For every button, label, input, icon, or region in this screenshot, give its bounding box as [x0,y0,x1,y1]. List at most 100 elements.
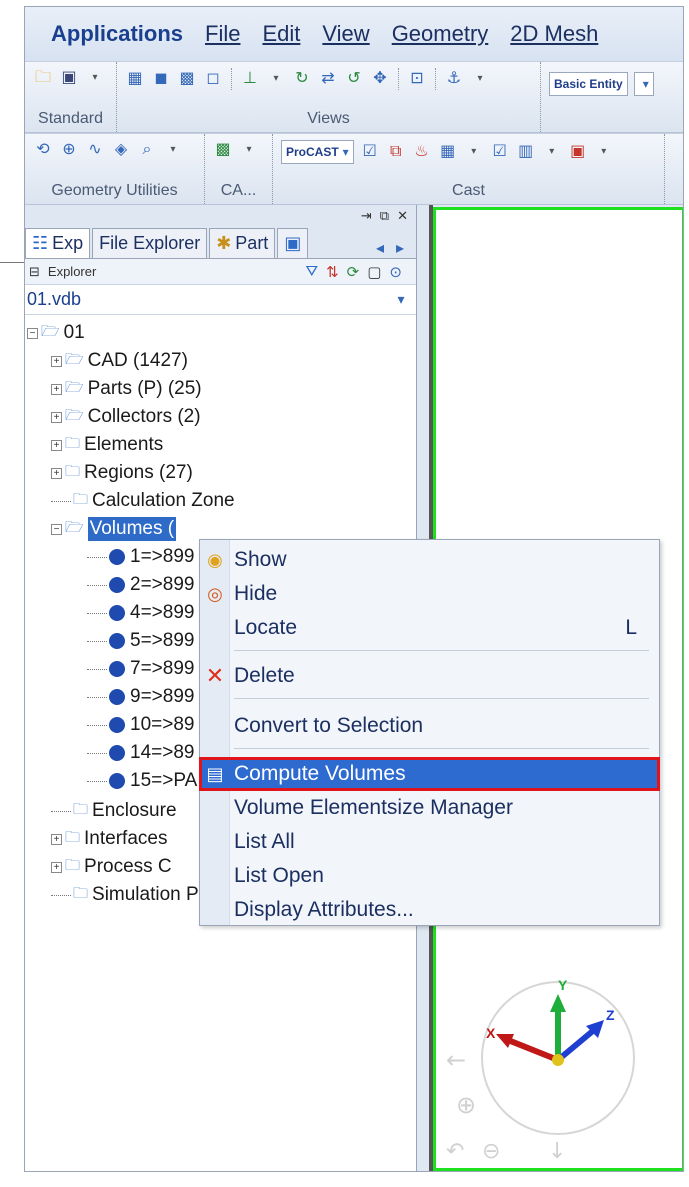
expand-toggle[interactable]: + [51,439,62,451]
collapse-icon[interactable]: ⊟ [29,264,40,280]
cast-volume-icon[interactable]: ▣ [568,142,588,162]
tree-node-collectors[interactable]: + 🗁 Collectors (2) [51,403,201,431]
tree-node-volume[interactable]: 14=>89 [87,739,194,767]
close-icon[interactable]: ✕ [397,208,408,224]
solver-combo[interactable]: ProCAST ▾ [281,140,354,164]
rotate-180-icon[interactable]: ↺ [344,69,364,89]
tree-node-volumes[interactable]: − 🗁 Volumes ( [51,515,177,543]
menu-geometry[interactable]: Geometry [392,21,489,47]
inspect-icon[interactable]: ⌕ [137,140,157,160]
menu-item-show[interactable]: ◉ Show [200,544,659,576]
add-point-icon[interactable]: ⊕ [59,140,79,160]
menu-item-hide[interactable]: ◎ Hide [200,578,659,610]
expand-toggle[interactable]: + [51,383,62,395]
cube-icon[interactable]: ▢ [367,263,381,281]
save-icon[interactable]: ▣ [59,68,79,88]
open-folder-icon[interactable]: 🗀 [33,68,53,88]
menu-item-volume-elementsize-manager[interactable]: Volume Elementsize Manager [200,792,659,824]
tree-node-interfaces[interactable]: + 🗀 Interfaces [51,825,167,853]
tree-node-root[interactable]: − 🗁 01 [27,319,85,347]
cast-mold-icon[interactable]: ⧉ [386,142,406,162]
menu-edit[interactable]: Edit [262,21,300,47]
menu-view[interactable]: View [322,21,369,47]
tree-node-volume[interactable]: 10=>89 [87,711,194,739]
pan-icon[interactable]: ✥ [370,69,390,89]
tree-node-regions[interactable]: + 🗀 Regions (27) [51,459,193,487]
pan-left-icon[interactable]: ← [446,1046,466,1074]
view-dropdown-icon[interactable]: ▾ [266,69,286,89]
menu-applications[interactable]: Applications [51,21,183,47]
wireframe-view-icon[interactable]: ▦ [125,69,145,89]
tree-node-volume[interactable]: 15=>PA [87,767,197,795]
menu-item-compute-volumes[interactable]: ▤ Compute Volumes [199,757,660,791]
tree-node-process-conditions[interactable]: + 🗀 Process C [51,853,172,881]
cad-tool-icon[interactable]: ▩ [213,140,233,160]
tree-node-volume[interactable]: 1=>899 [87,543,194,571]
anchor-icon[interactable]: ⚓ [444,69,464,89]
cast-dropdown-icon[interactable]: ▾ [464,142,484,162]
chevron-down-icon[interactable]: ▾ [386,291,416,308]
menu-2d-mesh[interactable]: 2D Mesh [510,21,598,47]
tree-node-volume[interactable]: 4=>899 [87,599,194,627]
rotate-90-icon[interactable]: ↻ [292,69,312,89]
expand-toggle[interactable]: + [51,861,62,873]
overflow-icon[interactable]: ▾ [594,142,614,162]
cast-dropdown2-icon[interactable]: ▾ [542,142,562,162]
tree-node-volume[interactable]: 2=>899 [87,571,194,599]
menu-item-list-all[interactable]: List All [200,826,659,858]
rotate-view-icon[interactable]: ↶ [446,1139,464,1164]
vdb-file-combo[interactable]: 01.vdb ▾ [25,285,416,315]
tree-node-volume[interactable]: 7=>899 [87,655,194,683]
tree-node-volume[interactable]: 5=>899 [87,627,194,655]
menu-item-delete[interactable]: ✕ Delete [200,660,659,692]
refresh-icon[interactable]: ⟳ [347,263,360,281]
cast-grid-icon[interactable]: ▦ [438,142,458,162]
tree-node-volume[interactable]: 9=>899 [87,683,194,711]
tree-node-calculation-zone[interactable]: 🗀 Calculation Zone [51,487,235,515]
tree-node-parts[interactable]: + 🗁 Parts (P) (25) [51,375,202,403]
axis-view-icon[interactable]: ⊥ [240,69,260,89]
tree-node-elements[interactable]: + 🗀 Elements [51,431,163,459]
shaded-edges-icon[interactable]: ▩ [177,69,197,89]
expand-toggle[interactable]: + [51,355,62,367]
collapse-toggle[interactable]: − [27,327,38,339]
entity-type-combo[interactable]: Basic Entity [549,72,628,96]
tab-file-explorer[interactable]: File Explorer [92,228,208,258]
cast-check-icon[interactable]: ☑ [360,142,380,162]
auto-hide-icon[interactable]: ⇥ [361,208,372,224]
overflow-icon[interactable]: ▾ [470,69,490,89]
zoom-in-icon[interactable]: ⊕ [456,1091,476,1119]
zoom-box-icon[interactable]: ⊡ [407,69,427,89]
shaded-view-icon[interactable]: ◼ [151,69,171,89]
tree-node-cad[interactable]: + 🗁 CAD (1427) [51,347,188,375]
outline-view-icon[interactable]: ◻ [203,69,223,89]
cast-check2-icon[interactable]: ☑ [490,142,510,162]
surface-tool-icon[interactable]: ◈ [111,140,131,160]
expand-toggle[interactable]: + [51,833,62,845]
expand-toggle[interactable]: + [51,411,62,423]
overflow-icon[interactable]: ▾ [85,68,105,88]
tab-exp[interactable]: ☷ Exp [25,228,91,258]
flip-view-icon[interactable]: ⇄ [318,69,338,89]
geometry-tool-icon[interactable]: ⟲ [33,140,53,160]
float-icon[interactable]: ⧉ [380,208,389,224]
menu-file[interactable]: File [205,21,240,47]
tab-part[interactable]: ✱ Part [209,228,276,258]
cast-gating-icon[interactable]: ♨ [412,142,432,162]
expand-toggle[interactable]: + [51,467,62,479]
zoom-out-icon[interactable]: ⊖ [482,1139,500,1164]
tab-scroll-left-icon[interactable]: ◂ [376,238,384,258]
sort-icon[interactable]: ⇅ [326,263,339,281]
tree-node-enclosure[interactable]: 🗀 Enclosure [51,797,177,825]
options-icon[interactable]: ⊙ [389,263,402,281]
curve-tool-icon[interactable]: ∿ [85,140,105,160]
entity-combo-caret[interactable]: ▾ [633,72,654,96]
collapse-toggle[interactable]: − [51,523,62,535]
overflow-icon[interactable]: ▾ [163,140,183,160]
tab-more[interactable]: ▣ [277,228,309,258]
menu-item-locate[interactable]: Locate L [200,612,659,644]
filter-icon[interactable]: ⛛ [305,263,318,281]
axis-gizmo[interactable]: X Y Z ← ⊕ ↶ ⊖ ↓ [438,968,658,1168]
menu-item-display-attributes[interactable]: Display Attributes... [200,894,659,926]
menu-item-list-open[interactable]: List Open [200,860,659,892]
